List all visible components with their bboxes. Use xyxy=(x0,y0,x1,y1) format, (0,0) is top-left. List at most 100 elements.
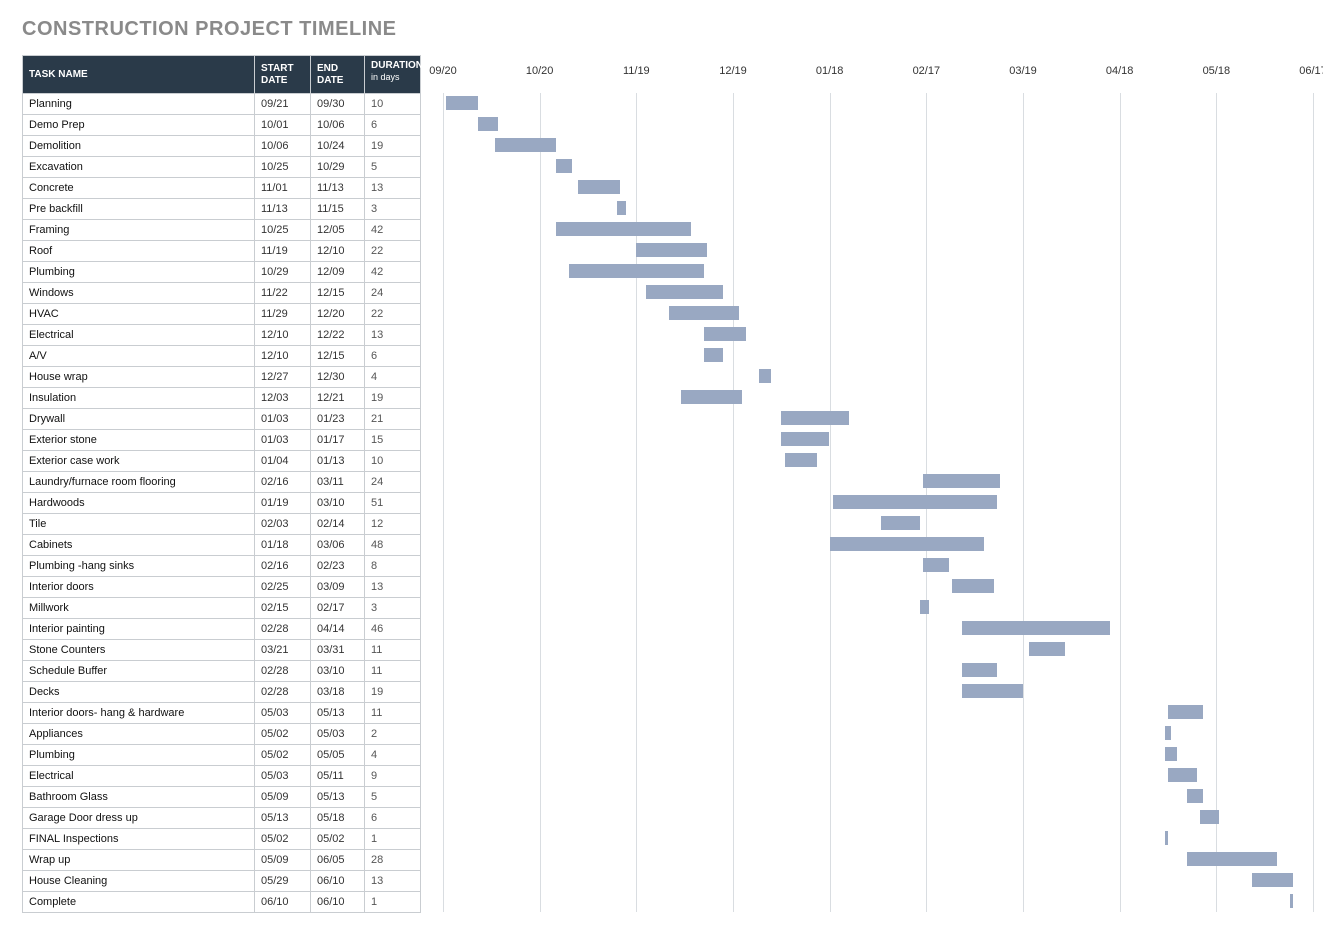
gantt-row xyxy=(443,387,1313,408)
gantt-bar xyxy=(1168,705,1203,719)
gantt-row xyxy=(443,513,1313,534)
cell-duration: 10 xyxy=(365,94,421,115)
cell-task-name: Cabinets xyxy=(23,535,255,556)
cell-duration: 2 xyxy=(365,724,421,745)
cell-task-name: Excavation xyxy=(23,157,255,178)
cell-start-date: 10/06 xyxy=(255,136,311,157)
table-row: Plumbing05/0205/054 xyxy=(23,745,421,766)
table-row: Cabinets01/1803/0648 xyxy=(23,535,421,556)
cell-start-date: 10/29 xyxy=(255,262,311,283)
gantt-bar xyxy=(569,264,704,278)
cell-task-name: Millwork xyxy=(23,598,255,619)
gantt-row xyxy=(443,618,1313,639)
cell-task-name: Plumbing xyxy=(23,262,255,283)
cell-start-date: 11/22 xyxy=(255,283,311,304)
cell-end-date: 11/13 xyxy=(311,178,365,199)
cell-task-name: Plumbing xyxy=(23,745,255,766)
cell-task-name: Framing xyxy=(23,220,255,241)
axis-tick-label: 10/20 xyxy=(526,65,554,77)
gantt-bar xyxy=(1187,852,1277,866)
cell-end-date: 12/21 xyxy=(311,388,365,409)
content-layout: TASK NAME START DATE END DATE DURATION i… xyxy=(22,55,1301,913)
table-row: Interior doors02/2503/0913 xyxy=(23,577,421,598)
cell-task-name: Complete xyxy=(23,892,255,913)
cell-end-date: 01/17 xyxy=(311,430,365,451)
gantt-bar xyxy=(952,579,994,593)
gantt-bar xyxy=(617,201,626,215)
table-row: Exterior case work01/0401/1310 xyxy=(23,451,421,472)
cell-end-date: 10/29 xyxy=(311,157,365,178)
table-row: Framing10/2512/0542 xyxy=(23,220,421,241)
table-row: HVAC11/2912/2022 xyxy=(23,304,421,325)
cell-start-date: 05/09 xyxy=(255,850,311,871)
cell-duration: 6 xyxy=(365,346,421,367)
axis-tick-label: 09/20 xyxy=(429,65,457,77)
cell-duration: 6 xyxy=(365,808,421,829)
cell-task-name: Interior painting xyxy=(23,619,255,640)
cell-end-date: 12/15 xyxy=(311,346,365,367)
cell-duration: 19 xyxy=(365,136,421,157)
cell-duration: 46 xyxy=(365,619,421,640)
cell-task-name: A/V xyxy=(23,346,255,367)
table-row: Concrete11/0111/1313 xyxy=(23,178,421,199)
cell-start-date: 01/04 xyxy=(255,451,311,472)
gantt-row xyxy=(443,429,1313,450)
cell-duration: 42 xyxy=(365,262,421,283)
cell-duration: 10 xyxy=(365,451,421,472)
col-duration: DURATION in days xyxy=(365,56,421,94)
cell-task-name: Exterior case work xyxy=(23,451,255,472)
cell-start-date: 11/01 xyxy=(255,178,311,199)
gantt-row xyxy=(443,702,1313,723)
cell-start-date: 05/13 xyxy=(255,808,311,829)
cell-task-name: Appliances xyxy=(23,724,255,745)
cell-start-date: 02/28 xyxy=(255,682,311,703)
gantt-row xyxy=(443,366,1313,387)
cell-duration: 42 xyxy=(365,220,421,241)
cell-duration: 19 xyxy=(365,682,421,703)
cell-end-date: 12/30 xyxy=(311,367,365,388)
task-table: TASK NAME START DATE END DATE DURATION i… xyxy=(22,55,421,913)
cell-duration: 21 xyxy=(365,409,421,430)
cell-start-date: 11/29 xyxy=(255,304,311,325)
cell-duration: 9 xyxy=(365,766,421,787)
cell-end-date: 09/30 xyxy=(311,94,365,115)
table-row: Bathroom Glass05/0905/135 xyxy=(23,787,421,808)
gantt-bar xyxy=(781,411,848,425)
cell-end-date: 03/10 xyxy=(311,493,365,514)
gantt-bar xyxy=(1165,747,1178,761)
cell-duration: 3 xyxy=(365,598,421,619)
cell-start-date: 02/16 xyxy=(255,472,311,493)
cell-end-date: 12/20 xyxy=(311,304,365,325)
cell-end-date: 05/13 xyxy=(311,787,365,808)
cell-task-name: Planning xyxy=(23,94,255,115)
gantt-bar xyxy=(833,495,997,509)
cell-duration: 12 xyxy=(365,514,421,535)
table-row: Windows11/2212/1524 xyxy=(23,283,421,304)
cell-end-date: 05/18 xyxy=(311,808,365,829)
cell-end-date: 03/06 xyxy=(311,535,365,556)
cell-end-date: 06/10 xyxy=(311,892,365,913)
cell-end-date: 05/13 xyxy=(311,703,365,724)
gantt-row xyxy=(443,555,1313,576)
cell-task-name: Electrical xyxy=(23,766,255,787)
gantt-row xyxy=(443,891,1313,912)
gantt-bar xyxy=(1290,894,1293,908)
gantt-row xyxy=(443,198,1313,219)
cell-end-date: 05/03 xyxy=(311,724,365,745)
cell-duration: 5 xyxy=(365,157,421,178)
cell-end-date: 05/02 xyxy=(311,829,365,850)
table-row: Hardwoods01/1903/1051 xyxy=(23,493,421,514)
cell-duration: 13 xyxy=(365,178,421,199)
gantt-row xyxy=(443,576,1313,597)
cell-duration: 4 xyxy=(365,745,421,766)
table-row: Tile02/0302/1412 xyxy=(23,514,421,535)
table-row: Decks02/2803/1819 xyxy=(23,682,421,703)
gantt-row xyxy=(443,177,1313,198)
table-row: House Cleaning05/2906/1013 xyxy=(23,871,421,892)
cell-start-date: 05/02 xyxy=(255,829,311,850)
gantt-row xyxy=(443,639,1313,660)
gantt-bar xyxy=(478,117,497,131)
axis-tick-label: 04/18 xyxy=(1106,65,1134,77)
table-row: Plumbing -hang sinks02/1602/238 xyxy=(23,556,421,577)
gantt-bar xyxy=(704,348,723,362)
